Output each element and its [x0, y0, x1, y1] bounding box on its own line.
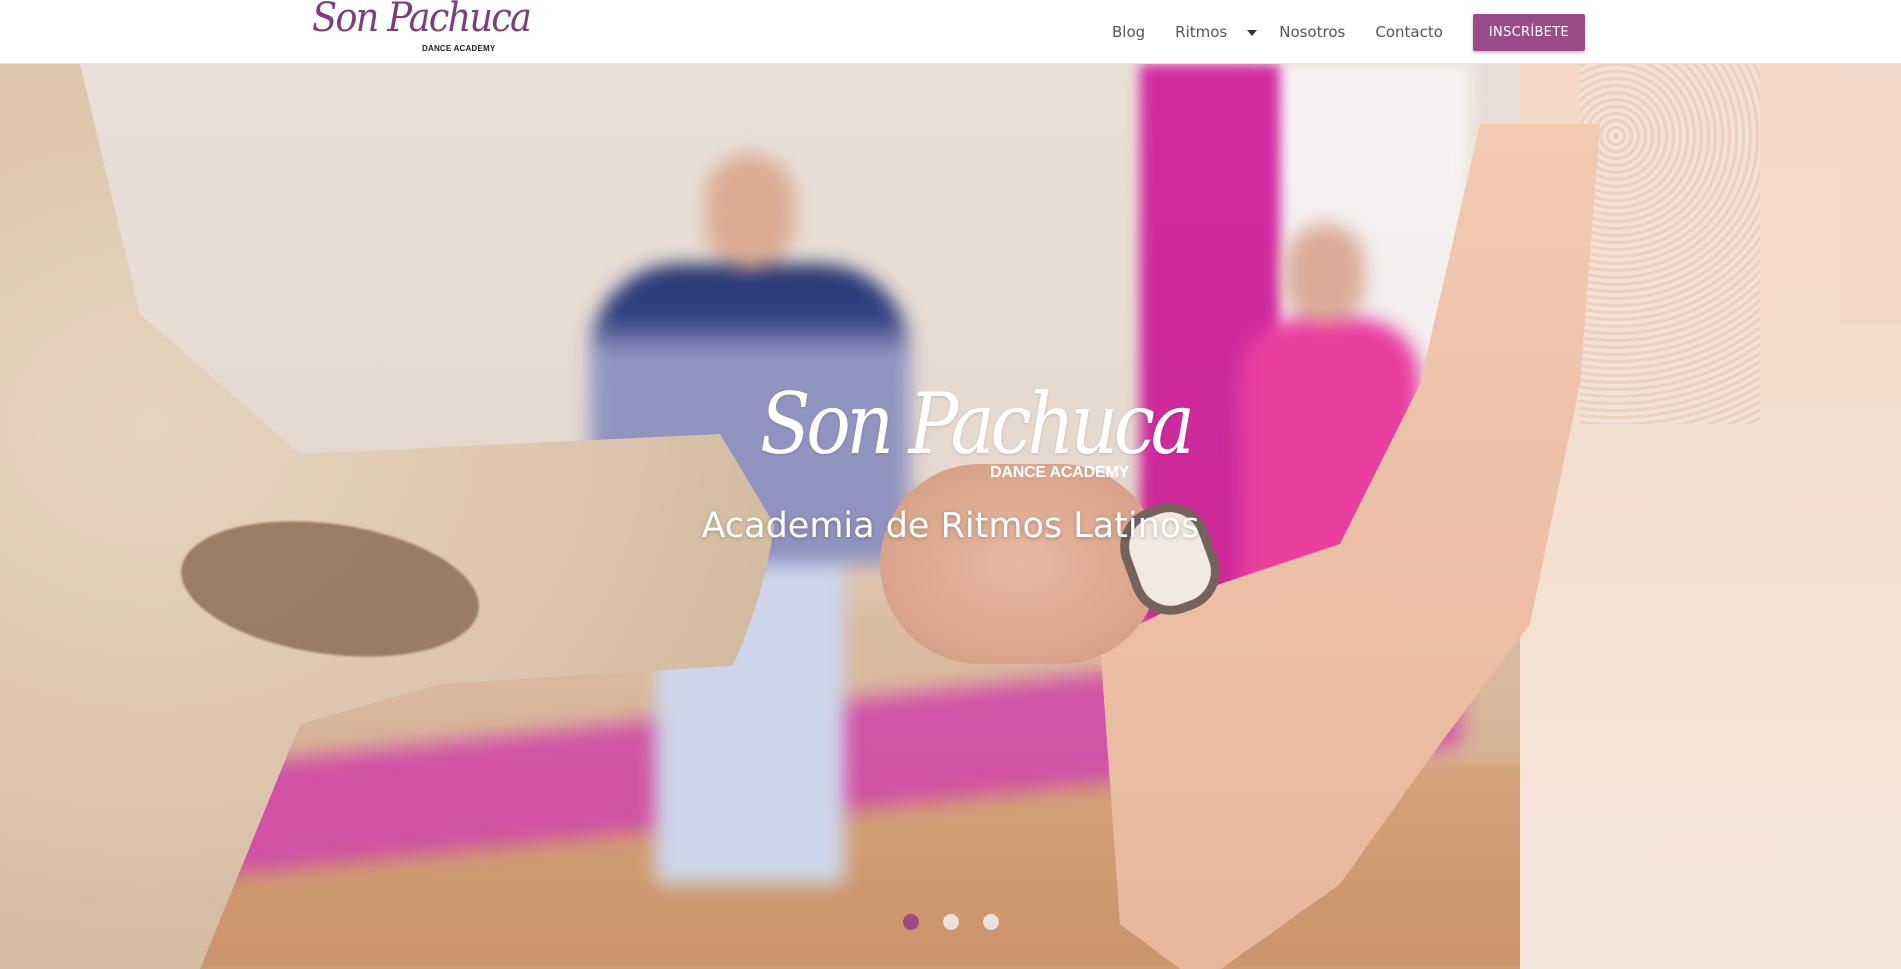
site-logo[interactable]: Son Pachuca DANCE ACADEMY [312, 0, 532, 56]
nav-contacto-link[interactable]: Contacto [1375, 23, 1443, 41]
slider-dot-2[interactable] [942, 914, 959, 930]
slider-dot-3[interactable] [982, 914, 999, 930]
logo-sub-text: DANCE ACADEMY [422, 44, 496, 53]
hero-slider: Son Pachuca DANCE ACADEMY Academia de Ri… [0, 64, 1901, 969]
nav-ritmos-dropdown[interactable]: Ritmos [1175, 23, 1258, 41]
site-header: Son Pachuca DANCE ACADEMY Blog Ritmos No… [0, 0, 1901, 64]
hero-subtitle: Academia de Ritmos Latinos [701, 506, 1200, 546]
inscribete-button[interactable]: INSCRÍBETE [1472, 13, 1585, 51]
nav-blog-link[interactable]: Blog [1112, 23, 1145, 41]
logo-script-text: Son Pachuca [312, 0, 532, 41]
hero-logo: Son Pachuca DANCE ACADEMY [760, 382, 1195, 482]
hero-logo-script-text: Son Pachuca [760, 375, 1195, 473]
caret-down-icon [1247, 29, 1258, 36]
main-nav: Blog Ritmos Nosotros Contacto INSCRÍBETE [1100, 0, 1585, 64]
hero-logo-sub-text: DANCE ACADEMY [990, 464, 1130, 481]
nav-ritmos-label: Ritmos [1175, 23, 1228, 41]
slider-dot-1[interactable] [902, 914, 919, 930]
slider-pagination [0, 914, 1901, 930]
nav-nosotros-link[interactable]: Nosotros [1279, 23, 1345, 41]
